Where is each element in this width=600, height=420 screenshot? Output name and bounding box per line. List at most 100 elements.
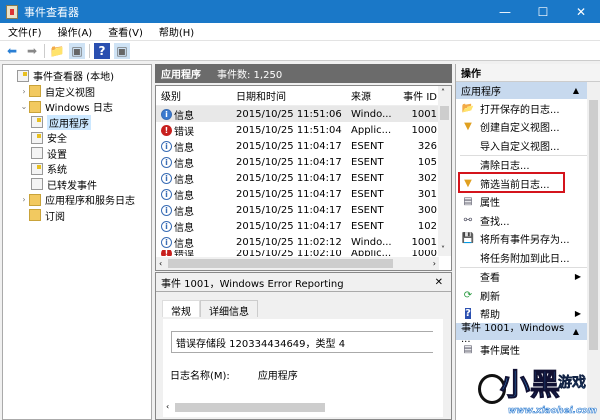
action-item[interactable]: ▼ 创建自定义视图... bbox=[456, 118, 587, 137]
folder-icon bbox=[29, 100, 41, 113]
table-row[interactable]: ! 错误 2015/10/25 11:51:04 Applic... 1000 bbox=[156, 122, 451, 138]
navigation-tree: 事件查看器 (本地) › 自定义视图 ⌄ Windows 日志 应用程序安全 设置 系统 已转发… bbox=[2, 64, 152, 420]
menu-view[interactable]: 查看(V) bbox=[108, 24, 143, 39]
section-label: 事件 1001，Windows ... bbox=[461, 322, 565, 345]
level-cell: 信息 bbox=[174, 206, 194, 218]
action-item[interactable]: 导入自定义视图... bbox=[456, 136, 587, 155]
tab-general[interactable]: 常规 bbox=[162, 300, 200, 318]
forward-arrow-icon[interactable]: ➡ bbox=[24, 43, 40, 59]
date-cell: 2015/10/25 11:51:06 bbox=[236, 108, 342, 120]
source-cell: ESENT bbox=[351, 156, 384, 168]
error-icon: ! bbox=[161, 250, 172, 256]
tree-item[interactable]: 应用程序 bbox=[3, 114, 151, 131]
column-event-id[interactable]: 事件 ID bbox=[403, 88, 437, 103]
action-label: 事件属性 bbox=[480, 345, 520, 357]
close-button[interactable]: ✕ bbox=[562, 0, 600, 23]
event-id-cell: 102 bbox=[417, 220, 437, 232]
up-folder-icon[interactable]: 📁 bbox=[49, 43, 65, 59]
actions-section-application[interactable]: 应用程序 ▲ bbox=[456, 82, 587, 99]
event-id-cell: 302 bbox=[417, 172, 437, 184]
menu-help[interactable]: 帮助(H) bbox=[159, 24, 194, 39]
tab-details[interactable]: 详细信息 bbox=[200, 300, 258, 318]
column-date[interactable]: 日期和时间 bbox=[232, 88, 348, 103]
toolbar: ⬅ ➡ 📁 ▣ ? ▣ bbox=[0, 41, 600, 61]
minimize-button[interactable]: — bbox=[486, 0, 524, 23]
date-cell: 2015/10/25 11:04:17 bbox=[236, 172, 342, 184]
table-row[interactable]: i 信息 2015/10/25 11:02:12 Windo... 1001 bbox=[156, 234, 451, 250]
close-detail-icon[interactable]: ✕ bbox=[435, 277, 443, 288]
folder-icon bbox=[29, 209, 41, 222]
menu-file[interactable]: 文件(F) bbox=[8, 24, 42, 39]
table-row[interactable]: i 信息 2015/10/25 11:04:17 ESENT 102 bbox=[156, 218, 451, 234]
table-row[interactable]: i 信息 2015/10/25 11:04:17 ESENT 105 bbox=[156, 154, 451, 170]
level-cell: 信息 bbox=[174, 222, 194, 234]
scroll-down-icon[interactable]: ˅ bbox=[441, 245, 445, 254]
tree-item[interactable]: ⌄ Windows 日志 bbox=[3, 99, 151, 115]
expand-chevron-icon[interactable]: › bbox=[19, 87, 29, 96]
action-label: 属性 bbox=[480, 198, 500, 210]
scroll-up-icon[interactable]: ˄ bbox=[441, 88, 445, 97]
action-label: 将任务附加到此日... bbox=[480, 253, 570, 265]
action-item[interactable]: 查看 ▶ bbox=[456, 268, 587, 287]
scroll-right-icon[interactable]: › bbox=[433, 259, 436, 268]
tree-item[interactable]: 安全 bbox=[3, 130, 151, 146]
table-row[interactable]: i 信息 2015/10/25 11:04:17 ESENT 302 bbox=[156, 170, 451, 186]
action-item[interactable]: 将任务附加到此日... bbox=[456, 248, 587, 267]
maximize-button[interactable]: ☐ bbox=[524, 0, 562, 23]
back-arrow-icon[interactable]: ⬅ bbox=[4, 43, 20, 59]
toolbar-separator bbox=[89, 43, 90, 58]
vertical-scrollbar[interactable]: ˄ ˅ bbox=[438, 86, 451, 256]
info-icon: i bbox=[161, 188, 172, 200]
action-label: 导入自定义视图... bbox=[480, 141, 560, 153]
action-item[interactable]: ⚯ 查找... bbox=[456, 211, 587, 230]
save-icon: 💾 bbox=[461, 233, 475, 245]
tree-item[interactable]: 系统 bbox=[3, 161, 151, 177]
scroll-left-icon[interactable]: ‹ bbox=[159, 259, 162, 268]
show-tree-icon[interactable]: ▣ bbox=[69, 42, 85, 59]
action-item[interactable]: 📂 打开保存的日志... bbox=[456, 99, 587, 118]
info-icon: i bbox=[161, 156, 172, 168]
source-cell: ESENT bbox=[351, 140, 384, 152]
table-row[interactable]: i 信息 2015/10/25 11:04:17 ESENT 326 bbox=[156, 138, 451, 154]
action-item[interactable]: ⟳ 刷新 bbox=[456, 286, 587, 305]
source-cell: Applic... bbox=[351, 250, 392, 256]
tree-item-label: 应用程序和服务日志 bbox=[45, 196, 135, 208]
tree-item[interactable]: › 应用程序和服务日志 bbox=[3, 192, 151, 208]
expand-chevron-icon[interactable]: › bbox=[19, 195, 29, 204]
date-cell: 2015/10/25 11:51:04 bbox=[236, 124, 342, 136]
general-tab-content: 错误存储段 120334434649，类型 4 日志名称(M): 应用程序 ‹ bbox=[163, 319, 443, 417]
title-bar: 事件查看器 — ☐ ✕ bbox=[0, 0, 600, 23]
source-cell: ESENT bbox=[351, 188, 384, 200]
tree-item-label: 安全 bbox=[47, 134, 67, 146]
tree-item[interactable]: 设置 bbox=[3, 146, 151, 162]
event-detail-pane: 事件 1001，Windows Error Reporting ✕ 常规 详细信… bbox=[155, 272, 452, 420]
table-row[interactable]: i 信息 2015/10/25 11:51:06 Windo... 1001 bbox=[156, 106, 451, 122]
expand-chevron-icon[interactable]: ⌄ bbox=[19, 102, 29, 111]
action-item[interactable]: ▤ 属性 bbox=[456, 193, 587, 212]
action-item[interactable]: ▤ 事件属性 bbox=[456, 340, 587, 359]
tree-item[interactable]: 事件查看器 (本地) bbox=[3, 68, 151, 84]
table-row[interactable]: i 信息 2015/10/25 11:04:17 ESENT 301 bbox=[156, 186, 451, 202]
action-item[interactable]: 💾 将所有事件另存为... bbox=[456, 230, 587, 249]
actions-section-event[interactable]: 事件 1001，Windows ... ▲ bbox=[456, 323, 587, 345]
tree-item[interactable]: › 自定义视图 bbox=[3, 84, 151, 100]
column-level[interactable]: 级别 bbox=[156, 88, 232, 103]
level-cell: 信息 bbox=[174, 158, 194, 170]
table-row[interactable]: i 信息 2015/10/25 11:04:17 ESENT 300 bbox=[156, 202, 451, 218]
horizontal-scrollbar[interactable]: ‹ › bbox=[156, 257, 439, 270]
level-cell: 信息 bbox=[174, 238, 194, 250]
show-action-pane-icon[interactable]: ▣ bbox=[114, 42, 130, 59]
menu-action[interactable]: 操作(A) bbox=[58, 24, 93, 39]
collapse-icon[interactable]: ▲ bbox=[573, 327, 579, 336]
detail-horizontal-scrollbar[interactable]: ‹ bbox=[163, 402, 423, 413]
collapse-icon[interactable]: ▲ bbox=[573, 86, 579, 95]
detail-title: 事件 1001，Windows Error Reporting bbox=[161, 278, 344, 290]
help-icon[interactable]: ? bbox=[94, 42, 110, 59]
table-row[interactable]: ! 错误 2015/10/25 11:02:10 Applic... 1000 bbox=[156, 250, 451, 256]
tree-item[interactable]: 订阅 bbox=[3, 208, 151, 224]
column-source[interactable]: 来源 bbox=[348, 88, 403, 103]
event-id-cell: 300 bbox=[417, 204, 437, 216]
tree-item[interactable]: 已转发事件 bbox=[3, 177, 151, 193]
action-label: 清除日志... bbox=[480, 161, 530, 173]
list-header: 级别 日期和时间 来源 事件 ID bbox=[156, 86, 451, 106]
